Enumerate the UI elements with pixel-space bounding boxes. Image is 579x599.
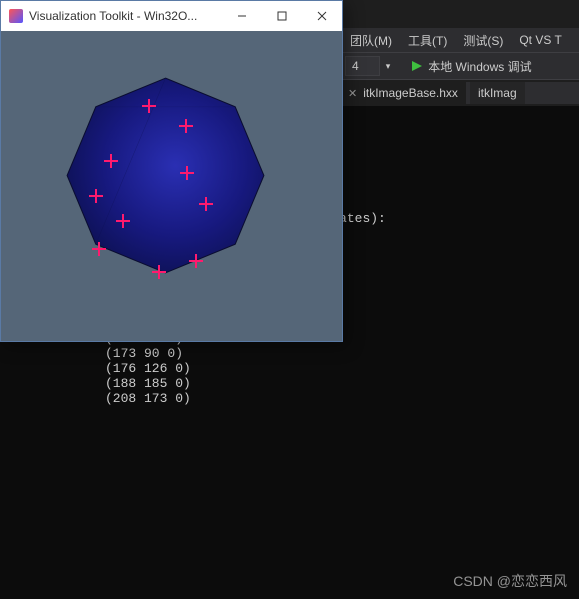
tab-itkimag[interactable]: itkImag: [470, 82, 525, 104]
maximize-button[interactable]: [262, 1, 302, 31]
rendered-polygon: [63, 73, 268, 278]
ide-menubar: 团队(M) 工具(T) 测试(S) Qt VS T: [340, 28, 579, 52]
render-viewport[interactable]: [1, 31, 342, 341]
dropdown-chevron-icon[interactable]: ▾: [386, 61, 391, 72]
window-title: Visualization Toolkit - Win32O...: [29, 9, 222, 23]
menu-qt[interactable]: Qt VS T: [519, 33, 561, 47]
config-dropdown[interactable]: 4: [345, 56, 380, 76]
play-icon[interactable]: [412, 61, 422, 71]
tab-label: itkImageBase.hxx: [363, 86, 458, 100]
ide-tabstrip: ✕ itkImageBase.hxx itkImag: [340, 82, 579, 104]
close-button[interactable]: [302, 1, 342, 31]
titlebar[interactable]: Visualization Toolkit - Win32O...: [1, 1, 342, 31]
watermark: CSDN @恋恋西风: [453, 571, 567, 591]
app-icon: [9, 9, 23, 23]
ide-toolbar: 4 ▾ 本地 Windows 调试: [340, 52, 579, 80]
vtk-window: Visualization Toolkit - Win32O...: [0, 0, 343, 342]
menu-team[interactable]: 团队(M): [350, 32, 392, 49]
menu-debug[interactable]: 测试(S): [463, 32, 503, 49]
minimize-button[interactable]: [222, 1, 262, 31]
close-icon[interactable]: ✕: [348, 87, 357, 100]
tab-itkimagebase[interactable]: ✕ itkImageBase.hxx: [340, 82, 466, 104]
tab-label: itkImag: [478, 86, 517, 100]
run-button[interactable]: 本地 Windows 调试: [428, 58, 531, 75]
menu-tools[interactable]: 工具(T): [408, 32, 447, 49]
